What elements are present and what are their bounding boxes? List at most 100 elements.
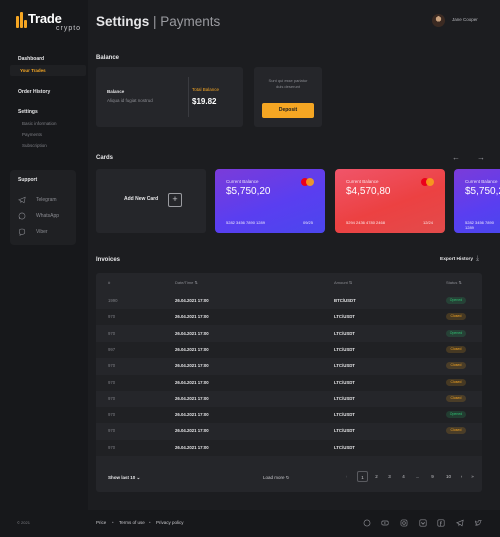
table-row[interactable]: 1990 26.04.2021 17:00 BTC/USDT Opened xyxy=(96,293,482,309)
instagram-icon[interactable] xyxy=(400,519,408,527)
invoice-datetime: 26.04.2021 17:00 xyxy=(175,412,209,418)
mastercard-icon xyxy=(301,178,314,186)
sidebar-item-dashboard[interactable]: Dashboard xyxy=(18,56,44,62)
column-header-status[interactable]: Status ⇅ xyxy=(446,280,462,285)
page-title-sub: Payments xyxy=(160,14,221,29)
sort-icon[interactable]: ⇅ xyxy=(194,280,197,285)
table-row[interactable]: 970 26.04.2021 17:00 LTC/USDT Closed xyxy=(96,391,482,407)
page-9[interactable]: 9 xyxy=(427,471,438,482)
table-header: # Date/Time ⇅ Amount ⇅ Status ⇅ xyxy=(96,273,482,293)
table-row[interactable]: 970 26.04.2021 17:00 LTC/USDT xyxy=(96,439,482,456)
facebook-icon[interactable] xyxy=(437,519,445,527)
footer-separator: • xyxy=(112,520,114,525)
invoice-id: 997 xyxy=(108,346,116,352)
card-balance-label: Current Balance xyxy=(346,179,379,184)
user-name[interactable]: Jane Cooper xyxy=(452,17,478,22)
invoices-table: # Date/Time ⇅ Amount ⇅ Status ⇅ 1990 26.0… xyxy=(96,273,482,492)
invoice-datetime: 26.04.2021 17:00 xyxy=(175,346,209,352)
support-title: Support xyxy=(18,177,38,183)
copyright: © 2021 xyxy=(17,520,30,525)
invoice-datetime: 26.04.2021 17:00 xyxy=(175,314,209,320)
avatar[interactable] xyxy=(432,14,445,27)
export-history-button[interactable]: Export History xyxy=(440,257,473,262)
invoice-amount: LTC/USDT xyxy=(334,444,355,450)
sidebar-item-subscription[interactable]: Subscription xyxy=(22,143,47,148)
support-whatsapp-label: WhatsApp xyxy=(36,213,60,219)
pagination-last-icon[interactable]: » xyxy=(467,471,478,482)
plus-icon[interactable]: + xyxy=(168,193,182,207)
page-3[interactable]: 3 xyxy=(384,471,395,482)
table-row[interactable]: 970 26.04.2021 17:00 LTC/USDT Closed xyxy=(96,423,482,439)
sidebar-item-settings[interactable]: Settings xyxy=(18,109,38,115)
balance-label: Balance xyxy=(107,89,125,94)
column-header-datetime-label: Date/Time xyxy=(175,280,194,285)
sidebar-item-order-history[interactable]: Order History xyxy=(18,89,50,95)
brand-tagline: crypto xyxy=(56,25,82,32)
vk-icon[interactable] xyxy=(419,519,427,527)
deposit-promo-text: Sunt qui esse pariatur duis deserunt xyxy=(268,78,308,89)
credit-card[interactable]: Current Balance $5,750,20 5282 3456 7890… xyxy=(454,169,500,233)
youtube-icon[interactable] xyxy=(381,519,389,527)
download-icon[interactable]: ⤓ xyxy=(476,255,479,263)
invoice-amount: LTC/USDT xyxy=(334,428,355,434)
column-header-datetime[interactable]: Date/Time ⇅ xyxy=(175,280,198,285)
logo[interactable]: Trade crypto xyxy=(16,11,86,37)
total-balance-value: $19.82 xyxy=(192,97,217,106)
footer: © 2021 Price • Terms of use • Privacy po… xyxy=(0,510,500,537)
table-row[interactable]: 997 26.04.2021 17:00 LTC/USDT Closed xyxy=(96,341,482,358)
sidebar-item-basic-information[interactable]: Basic information xyxy=(22,121,57,126)
sidebar-item-payments[interactable]: Payments xyxy=(22,132,42,137)
status-badge: Closed xyxy=(446,313,466,321)
invoice-id: 970 xyxy=(108,330,116,336)
pagination-prev-icon[interactable]: ‹ xyxy=(341,471,352,482)
page-1[interactable]: 1 xyxy=(357,471,368,482)
brand-name: Trade xyxy=(28,11,62,26)
deposit-card: Sunt qui esse pariatur duis deserunt Dep… xyxy=(254,67,322,127)
footer-link-privacy[interactable]: Privacy policy xyxy=(156,520,184,525)
table-row[interactable]: 970 26.04.2021 17:00 LTC/USDT Closed xyxy=(96,309,482,326)
invoice-id: 970 xyxy=(108,363,116,369)
table-row[interactable]: 970 26.04.2021 17:00 LTC/USDT Closed xyxy=(96,358,482,374)
page-10[interactable]: 10 xyxy=(443,471,454,482)
show-last-select[interactable]: Show last 10 ⌄ xyxy=(108,475,140,481)
add-card-tile[interactable]: Add New Card + xyxy=(96,169,206,233)
footer-link-terms[interactable]: Terms of use xyxy=(119,520,145,525)
credit-card[interactable]: Current Balance $5,750,20 5282 3456 7890… xyxy=(215,169,325,233)
divider xyxy=(188,77,189,117)
total-balance-label: Total Balance xyxy=(192,87,220,92)
arrow-right-icon[interactable]: → xyxy=(477,153,485,162)
card-amount: $5,750,20 xyxy=(465,186,500,197)
table-row[interactable]: 970 26.04.2021 17:00 LTC/USDT Closed xyxy=(96,374,482,391)
invoice-id: 1990 xyxy=(108,298,118,303)
load-more-button[interactable]: Load more ↻ xyxy=(263,475,290,481)
page-4[interactable]: 4 xyxy=(398,471,409,482)
telegram-icon[interactable] xyxy=(456,519,464,527)
twitter-icon[interactable] xyxy=(474,519,482,527)
show-last-label: Show last 10 xyxy=(108,475,136,480)
arrow-left-icon[interactable]: ← xyxy=(452,153,460,162)
telegram-icon xyxy=(18,196,26,204)
deposit-button[interactable]: Deposit xyxy=(262,103,314,118)
footer-link-price[interactable]: Price xyxy=(96,520,106,525)
card-amount: $5,750,20 xyxy=(226,186,271,197)
logo-icon xyxy=(16,12,27,28)
table-row[interactable]: 970 26.04.2021 17:00 LTC/USDT Opened xyxy=(96,407,482,424)
pagination-next-icon[interactable]: › xyxy=(456,471,467,482)
column-header-amount[interactable]: Amount ⇅ xyxy=(334,280,352,285)
invoice-amount: LTC/USDT xyxy=(334,412,355,418)
invoice-datetime: 26.04.2021 17:00 xyxy=(175,363,209,369)
status-badge: Closed xyxy=(446,394,466,402)
page-ellipsis: ... xyxy=(415,474,420,479)
invoice-datetime: 26.04.2021 17:00 xyxy=(175,428,209,434)
page-2[interactable]: 2 xyxy=(371,471,382,482)
page-title-main: Settings xyxy=(96,14,150,29)
table-row[interactable]: 970 26.04.2021 17:00 LTC/USDT Opened xyxy=(96,326,482,342)
invoice-amount: LTC/USDT xyxy=(334,379,355,385)
sort-icon[interactable]: ⇅ xyxy=(458,280,461,285)
whatsapp-icon[interactable] xyxy=(363,519,371,527)
sort-icon[interactable]: ⇅ xyxy=(349,280,352,285)
invoice-datetime: 26.04.2021 17:00 xyxy=(175,444,209,450)
credit-card[interactable]: Current Balance $4,570,80 5294 2436 4780… xyxy=(335,169,445,233)
invoice-datetime: 26.04.2021 17:00 xyxy=(175,298,209,303)
sidebar-item-your-trades[interactable]: Your Trades xyxy=(10,65,86,76)
